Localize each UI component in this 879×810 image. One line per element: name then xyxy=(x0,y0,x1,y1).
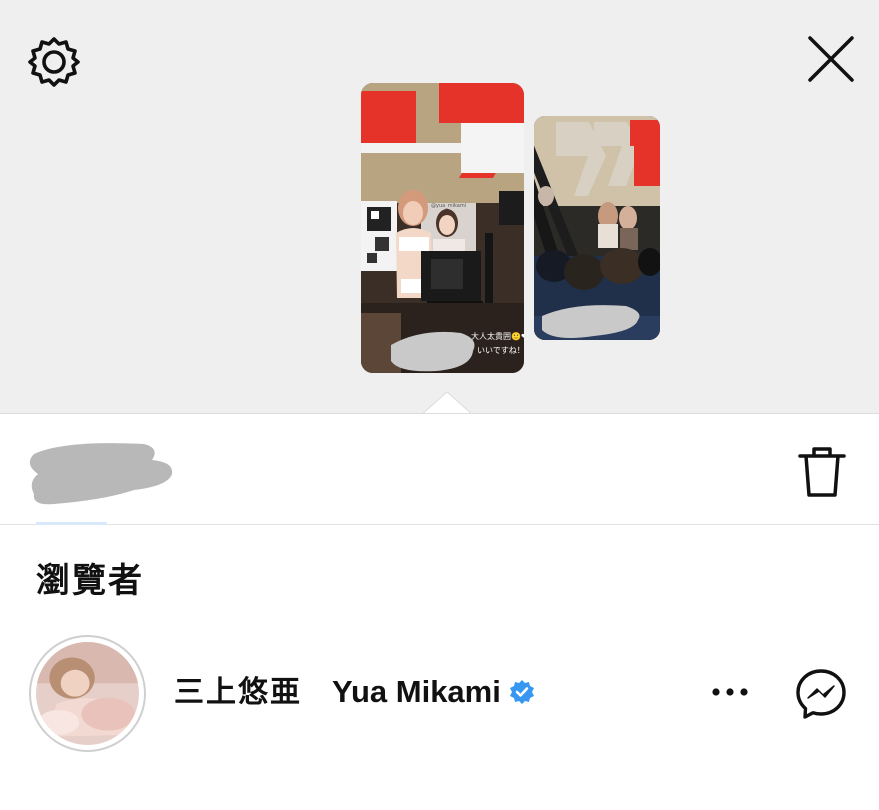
story-overlay-text-1: 大人太貴囲🙂❤ xyxy=(471,331,524,341)
viewer-row[interactable]: 三上悠亜 Yua Mikami xyxy=(0,630,879,754)
avatar[interactable] xyxy=(29,635,146,752)
messenger-icon xyxy=(796,669,846,719)
story-image: @yua_mikami 大人太貴囲🙂❤ いいですね！ xyxy=(361,83,524,373)
active-tab-indicator xyxy=(36,522,107,525)
delete-story-button[interactable] xyxy=(796,444,848,500)
verified-badge-icon xyxy=(509,680,534,704)
viewer-username[interactable]: 三上悠亜 xyxy=(174,675,302,710)
close-icon xyxy=(808,36,854,82)
viewers-heading: 瀏覽者 xyxy=(36,561,144,601)
more-options-button[interactable] xyxy=(707,674,753,710)
story-sticker-text: @yua_mikami xyxy=(431,203,466,209)
story-overlay-text-2: いいですね！ xyxy=(477,346,524,355)
gear-icon xyxy=(28,37,80,87)
story-thumbnail[interactable] xyxy=(534,116,660,340)
trash-icon xyxy=(798,447,846,497)
settings-button[interactable] xyxy=(26,34,82,90)
selected-story-pointer xyxy=(421,392,473,416)
avatar-image xyxy=(36,642,139,745)
story-preview-area: @yua_mikami 大人太貴囲🙂❤ いいですね！ xyxy=(0,0,879,416)
story-thumbnail-selected[interactable]: @yua_mikami 大人太貴囲🙂❤ いいですね！ xyxy=(361,83,524,373)
close-button[interactable] xyxy=(804,32,858,86)
send-message-button[interactable] xyxy=(793,666,849,722)
more-dots-icon xyxy=(712,688,748,696)
viewer-name-line: 三上悠亜 Yua Mikami xyxy=(174,670,535,714)
redacted-owner-name xyxy=(29,443,173,505)
viewer-full-name: Yua Mikami xyxy=(332,674,501,709)
story-image xyxy=(534,116,660,340)
